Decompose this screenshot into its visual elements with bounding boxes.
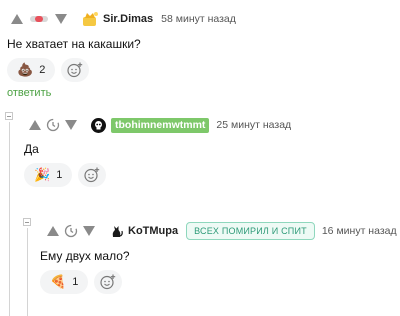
downvote-arrow-icon[interactable] <box>54 13 68 25</box>
downvote-arrow-icon[interactable] <box>82 225 96 237</box>
upvote-arrow-icon[interactable] <box>28 119 42 131</box>
upvote-arrow-icon[interactable] <box>10 13 24 25</box>
reaction-button[interactable]: 🎉 1 <box>24 163 73 187</box>
smiley-plus-icon <box>84 167 100 183</box>
skull-avatar-icon[interactable] <box>91 117 106 133</box>
author-name-badge[interactable]: tbohimnemwtmmt <box>111 117 210 133</box>
comment-header: KoTMupa ВСЕХ ПОМИРИЛ И СПИТ 16 минут наз… <box>46 220 397 242</box>
pizza-emoji-icon: 🍕 <box>50 274 67 289</box>
thread-line <box>9 122 10 316</box>
thread-collapse-toggle[interactable] <box>23 218 31 226</box>
user-status-badge: ВСЕХ ПОМИРИЛ И СПИТ <box>186 222 315 240</box>
thread-collapse-toggle[interactable] <box>5 112 13 120</box>
reaction-bar: 🍕 1 <box>40 270 123 294</box>
upvote-arrow-icon[interactable] <box>46 225 60 237</box>
thread-line <box>27 228 28 316</box>
reaction-count: 1 <box>56 169 63 181</box>
smiley-plus-icon <box>100 274 116 290</box>
comment-text: Не хватает на какашки? <box>7 37 141 51</box>
rating-indicator <box>30 16 48 22</box>
comment-text: Да <box>24 142 39 156</box>
reaction-bar: 💩 2 <box>7 58 90 82</box>
comment-time[interactable]: 16 минут назад <box>322 225 397 237</box>
smiley-plus-icon <box>67 62 83 78</box>
downvote-arrow-icon[interactable] <box>64 119 78 131</box>
cat-avatar-icon[interactable] <box>109 224 124 239</box>
comment-time[interactable]: 58 минут назад <box>161 13 236 25</box>
add-reaction-button[interactable] <box>61 58 90 82</box>
clock-icon <box>64 224 78 238</box>
comment-header: Sir.Dimas 58 минут назад <box>10 8 236 30</box>
reaction-button[interactable]: 🍕 1 <box>40 270 89 294</box>
clock-icon <box>46 118 60 132</box>
comment-header: tbohimnemwtmmt 25 минут назад <box>28 114 291 136</box>
reaction-button[interactable]: 💩 2 <box>7 58 56 82</box>
comment-author[interactable]: KoTMupa <box>128 225 178 237</box>
add-reaction-button[interactable] <box>78 163 107 187</box>
comment-time[interactable]: 25 минут назад <box>216 119 291 131</box>
add-reaction-button[interactable] <box>94 270 123 294</box>
reaction-count: 2 <box>39 64 46 76</box>
comment-text: Ему двух мало? <box>40 249 130 263</box>
party-popper-emoji-icon: 🎉 <box>34 167 51 182</box>
reply-link[interactable]: ответить <box>7 87 51 99</box>
crown-avatar-icon[interactable] <box>82 11 98 27</box>
poop-emoji-icon: 💩 <box>17 62 34 77</box>
comment-author[interactable]: Sir.Dimas <box>103 13 153 25</box>
reaction-bar: 🎉 1 <box>24 163 107 187</box>
reaction-count: 1 <box>72 276 79 288</box>
